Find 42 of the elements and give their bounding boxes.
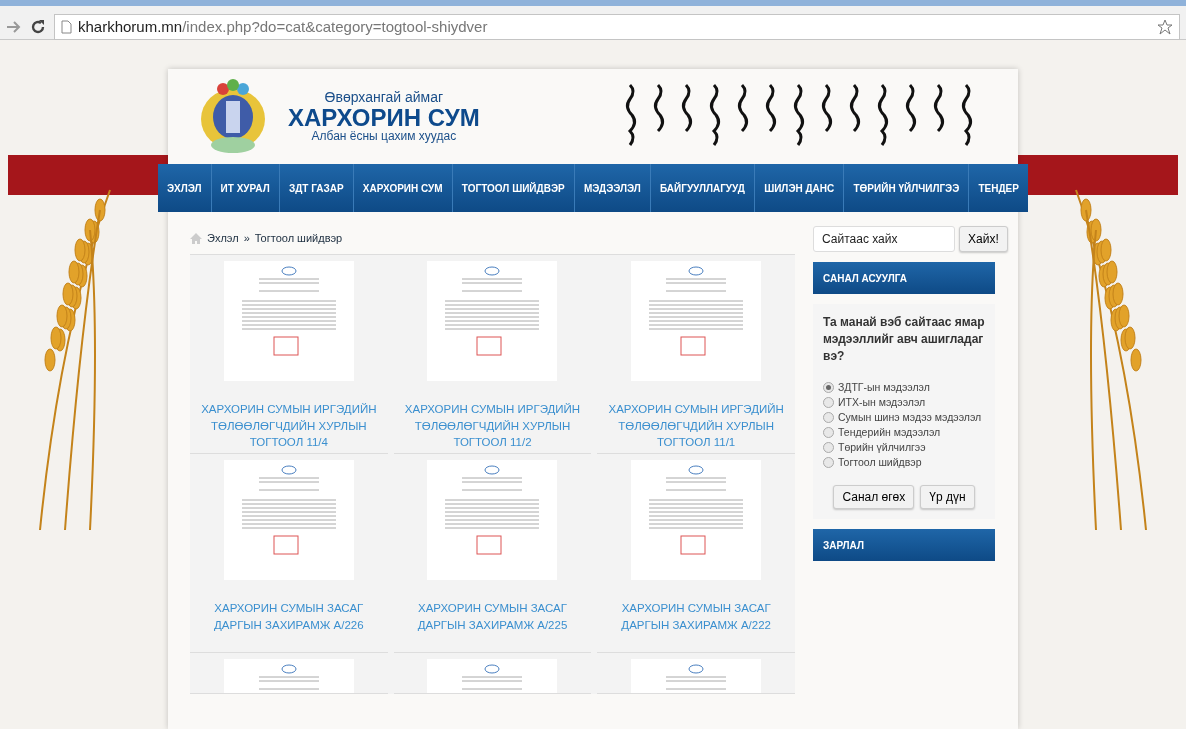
nav-link[interactable]: ТОГТООЛ ШИЙДВЭР — [452, 164, 575, 212]
poll-option[interactable]: Төрийн үйлчилгээ — [823, 441, 985, 454]
breadcrumb-separator: » — [243, 232, 250, 244]
search-button[interactable]: Хайх! — [959, 226, 1008, 252]
forward-icon[interactable] — [6, 19, 22, 34]
announcements-heading: ЗАРЛАЛ — [813, 529, 995, 562]
poll-option[interactable]: Сумын шинэ мэдээ мэдээлэл — [823, 411, 985, 424]
nav-link[interactable]: ЗДТ ГАЗАР — [279, 164, 354, 212]
poll-button[interactable]: Санал өгөх — [833, 485, 915, 510]
nav-link[interactable]: ШИЛЭН ДАНС — [755, 164, 845, 212]
poll-heading: САНАЛ АСУУЛГА — [813, 262, 995, 294]
breadcrumb-link[interactable]: Эхлэл — [207, 232, 239, 244]
page-icon — [61, 19, 72, 34]
poll-option[interactable]: Тогтоол шийдвэр — [823, 456, 985, 469]
province-name: Өвөрхангай аймаг — [324, 90, 444, 105]
site-title: ХАРХОРИН СУМ — [288, 104, 480, 131]
address-bar[interactable]: kharkhorum.mn/index.php?do=cat&category=togtool-shiydver — [54, 13, 1180, 40]
poll-option[interactable]: Тендерийн мэдээлэл — [823, 426, 985, 439]
poll-option[interactable]: ИТХ-ын мэдээлэл — [823, 396, 985, 409]
radio-button[interactable] — [823, 411, 834, 423]
url-text: kharkhorum.mn/index.php?do=cat&category=togtool-shiydver — [78, 18, 488, 35]
home-icon — [190, 232, 202, 244]
breadcrumb-current: Тогтоол шийдвэр — [254, 232, 343, 244]
star-icon[interactable] — [1157, 18, 1173, 35]
radio-button[interactable] — [823, 381, 834, 393]
nav-link[interactable]: МЭДЭЭЛЭЛ — [574, 164, 651, 212]
site-tagline: Албан ёсны цахим хуудас — [311, 130, 457, 143]
nav-link[interactable]: БАЙГУУЛЛАГУУД — [650, 164, 756, 212]
radio-button[interactable] — [823, 456, 834, 468]
poll-question: Та манай вэб сайтаас ямар мэдээллийг авч ашигладаг вэ? — [823, 314, 985, 365]
poll-option[interactable]: ЗДТГ-ын мэдээлэл — [823, 381, 985, 394]
nav-link[interactable]: ИТ ХУРАЛ — [211, 164, 280, 212]
nav-link[interactable]: ТӨРИЙН ҮЙЛЧИЛГЭЭ — [844, 164, 970, 212]
radio-button[interactable] — [823, 426, 834, 438]
radio-button[interactable] — [823, 396, 834, 408]
search-field[interactable]: Сайтаас хайх — [813, 226, 955, 252]
nav-link[interactable]: ЭХЛЭЛ — [158, 164, 212, 212]
radio-button[interactable] — [823, 441, 834, 453]
nav-link[interactable]: ХАРХОРИН СУМ — [353, 164, 453, 212]
poll-button[interactable]: Үр дүн — [920, 485, 975, 510]
nav-link[interactable]: ТЕНДЕР — [969, 164, 1029, 212]
reload-icon[interactable] — [30, 18, 46, 35]
